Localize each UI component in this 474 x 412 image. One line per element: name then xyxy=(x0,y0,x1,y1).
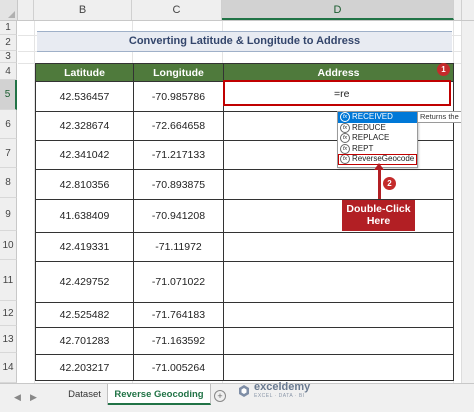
callout-line-1: Double-Click xyxy=(346,203,411,215)
column-header-a[interactable] xyxy=(18,0,34,20)
row-header[interactable]: 10 xyxy=(0,231,17,260)
autocomplete-item-received[interactable]: fx RECEIVED xyxy=(338,112,417,123)
row-header[interactable]: 2 xyxy=(0,35,17,51)
column-header-c[interactable]: C xyxy=(132,0,222,20)
row-header[interactable]: 4 xyxy=(0,63,17,80)
row-header[interactable]: 7 xyxy=(0,139,17,168)
autocomplete-item-rept[interactable]: fx REPT xyxy=(338,144,417,155)
autocomplete-item-reduce[interactable]: fx REDUCE xyxy=(338,123,417,134)
autocomplete-item-label: RECEIVED xyxy=(352,112,393,121)
function-icon: fx xyxy=(340,133,350,144)
latitude-cell[interactable]: 42.429752 xyxy=(35,261,134,303)
autocomplete-item-replace[interactable]: fx REPLACE xyxy=(338,133,417,144)
function-icon: fx xyxy=(340,143,350,154)
longitude-cell[interactable]: -70.985786 xyxy=(133,81,224,112)
autocomplete-item-label: REPLACE xyxy=(352,133,390,142)
address-cell[interactable] xyxy=(223,199,454,233)
watermark-name: exceldemy xyxy=(254,381,311,393)
instruction-callout: Double-Click Here xyxy=(342,200,415,231)
exceldemy-watermark: exceldemy EXCEL · DATA · BI xyxy=(237,382,310,399)
longitude-cell[interactable]: -70.893875 xyxy=(133,169,224,200)
table-row: 42.525482 -71.764183 xyxy=(35,302,454,328)
callout-line-2: Here xyxy=(366,215,391,227)
latitude-cell[interactable]: 42.536457 xyxy=(35,81,134,112)
row-header[interactable]: 3 xyxy=(0,51,17,63)
latitude-cell[interactable]: 42.525482 xyxy=(35,302,134,328)
sheet-title[interactable]: Converting Latitude & Longitude to Addre… xyxy=(37,31,452,52)
header-longitude[interactable]: Longitude xyxy=(133,63,224,82)
longitude-cell[interactable]: -71.11972 xyxy=(133,232,224,262)
longitude-cell[interactable]: -70.941208 xyxy=(133,199,224,233)
watermark-subtitle: EXCEL · DATA · BI xyxy=(254,393,305,399)
row-header[interactable]: 1 xyxy=(0,21,17,35)
tab-scroll-left-icon[interactable]: ◀ xyxy=(14,392,21,403)
latitude-cell[interactable]: 42.701283 xyxy=(35,327,134,355)
column-header-e[interactable] xyxy=(454,0,462,20)
longitude-cell[interactable]: -71.005264 xyxy=(133,354,224,381)
vertical-scrollbar[interactable] xyxy=(461,21,474,383)
exceldemy-logo-icon xyxy=(239,384,249,397)
row-header[interactable]: 5 xyxy=(0,80,17,110)
column-header-b[interactable]: B xyxy=(34,0,132,20)
autocomplete-item-label: REDUCE xyxy=(352,122,386,132)
header-latitude[interactable]: Latitude xyxy=(35,63,134,82)
table-row: 42.203217 -71.005264 xyxy=(35,354,454,381)
latitude-cell[interactable]: 42.328674 xyxy=(35,111,134,141)
row-header[interactable]: 14 xyxy=(0,353,17,383)
address-cell[interactable] xyxy=(223,261,454,303)
address-cell[interactable] xyxy=(223,232,454,262)
function-icon: fx xyxy=(340,122,350,133)
table-row: 42.701283 -71.163592 xyxy=(35,327,454,355)
tab-reverse-geocoding[interactable]: Reverse Geocoding xyxy=(108,384,211,405)
active-cell-editor[interactable]: =re xyxy=(223,80,451,106)
tab-dataset[interactable]: Dataset xyxy=(62,384,108,405)
function-icon: fx xyxy=(340,154,350,165)
longitude-cell[interactable]: -71.071022 xyxy=(133,261,224,303)
longitude-cell[interactable]: -71.163592 xyxy=(133,327,224,355)
formula-autocomplete-list: fx RECEIVED fx REDUCE fx REPLACE fx REPT fx R… xyxy=(337,111,418,168)
longitude-cell[interactable]: -71.217133 xyxy=(133,140,224,170)
address-cell[interactable] xyxy=(223,327,454,355)
latitude-cell[interactable]: 42.203217 xyxy=(35,354,134,381)
address-cell[interactable] xyxy=(223,302,454,328)
latitude-cell[interactable]: 42.419331 xyxy=(35,232,134,262)
header-address[interactable]: Address xyxy=(223,63,454,82)
table-row: 42.429752 -71.071022 xyxy=(35,261,454,303)
row-header[interactable]: 11 xyxy=(0,260,17,301)
latitude-cell[interactable]: 42.810356 xyxy=(35,169,134,200)
column-header-d[interactable]: D xyxy=(222,0,454,20)
autocomplete-item-label: REPT xyxy=(352,143,374,153)
address-cell[interactable] xyxy=(223,354,454,381)
row-header[interactable]: 9 xyxy=(0,198,17,231)
add-sheet-button[interactable]: + xyxy=(214,390,226,402)
latitude-cell[interactable]: 42.341042 xyxy=(35,140,134,170)
tab-scroll-right-icon[interactable]: ▶ xyxy=(30,392,37,403)
column-header-bar: B C D xyxy=(0,0,474,21)
step-badge-1: 1 xyxy=(437,63,450,76)
address-cell[interactable] xyxy=(223,169,454,200)
longitude-cell[interactable]: -72.664658 xyxy=(133,111,224,141)
formula-text: =re xyxy=(334,88,350,100)
row-header[interactable]: 12 xyxy=(0,301,17,326)
callout-arrow xyxy=(378,168,381,199)
table-row: 42.419331 -71.11972 xyxy=(35,232,454,262)
row-header[interactable]: 8 xyxy=(0,168,17,198)
longitude-cell[interactable]: -71.764183 xyxy=(133,302,224,328)
row-header[interactable]: 6 xyxy=(0,110,17,139)
select-all-corner[interactable] xyxy=(0,0,18,20)
row-header[interactable]: 13 xyxy=(0,326,17,353)
step-badge-2: 2 xyxy=(383,177,396,190)
latitude-cell[interactable]: 41.638409 xyxy=(35,199,134,233)
function-icon: fx xyxy=(340,112,350,123)
